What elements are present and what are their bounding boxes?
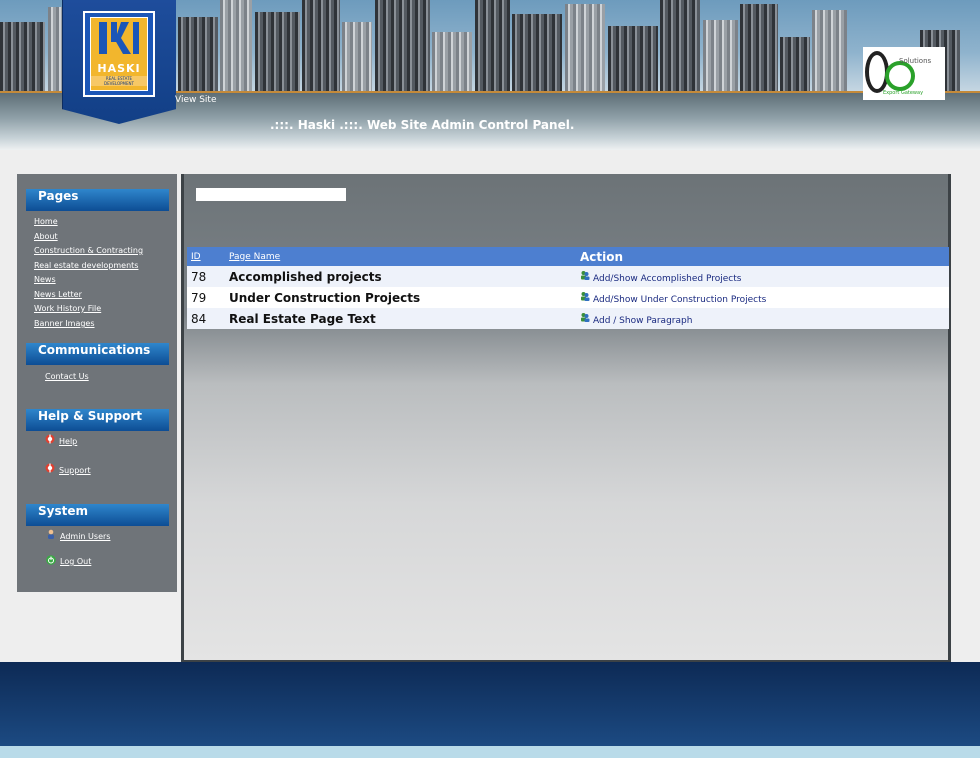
sidebar-item-about[interactable]: About [34, 232, 58, 241]
cell-page-name: Accomplished projects [225, 266, 576, 287]
skyline-building [812, 10, 847, 92]
skyline-building [780, 37, 810, 92]
edit-users-icon [581, 270, 590, 280]
sidebar-section-system: System [26, 504, 169, 526]
sidebar-item-help[interactable]: Help [59, 437, 77, 446]
skyline-building [660, 0, 700, 92]
sidebar-item-home[interactable]: Home [34, 217, 58, 226]
partner-logo[interactable]: Solutions Export Gateway [863, 47, 945, 100]
logo-text: HASKI [97, 62, 141, 75]
sidebar-item-newsletter[interactable]: News Letter [34, 290, 82, 299]
skyline-building [375, 0, 430, 92]
skyline-building [178, 17, 218, 92]
sidebar-section-help-support: Help & Support [26, 409, 169, 431]
logo-mark-icon [99, 22, 139, 54]
skyline-building [302, 0, 340, 92]
logo-o-icon [885, 61, 915, 91]
skyline-building [255, 12, 300, 92]
view-site-link[interactable]: View Site [175, 95, 217, 105]
sidebar-item-real-estate[interactable]: Real estate developments [34, 261, 138, 270]
table-row: 84 Real Estate Page Text Add / Show Para… [187, 308, 949, 329]
logo-tagline: REAL ESTATE DEVELOPMENT [91, 76, 147, 86]
haski-logo: HASKI REAL ESTATE DEVELOPMENT [83, 11, 155, 97]
sidebar-item-admin-users[interactable]: Admin Users [60, 532, 110, 541]
pages-table: ID Page Name Action 78 Accomplished proj… [187, 247, 949, 329]
skyline-building [703, 20, 738, 92]
skyline-building [565, 4, 605, 92]
cell-page-name: Under Construction Projects [225, 287, 576, 308]
sidebar-item-banner-images[interactable]: Banner Images [34, 319, 95, 328]
skyline-building [512, 14, 562, 92]
skyline-building [220, 0, 252, 92]
skyline-building [740, 4, 778, 92]
action-link-paragraph[interactable]: Add / Show Paragraph [593, 316, 692, 326]
sidebar-item-construction[interactable]: Construction & Contracting [34, 246, 143, 255]
sidebar-item-news[interactable]: News [34, 275, 56, 284]
sidebar: Pages Home About Construction & Contract… [17, 174, 177, 592]
cell-action: Add/Show Under Construction Projects [576, 287, 949, 308]
cell-id: 78 [187, 266, 225, 287]
cell-page-name: Real Estate Page Text [225, 308, 576, 329]
sidebar-item-support[interactable]: Support [59, 466, 91, 475]
site-header: HASKI REAL ESTATE DEVELOPMENT View Site … [0, 0, 980, 150]
cell-action: Add / Show Paragraph [576, 308, 949, 329]
skyline-building [0, 22, 45, 92]
page-title: .:::. Haski .:::. Web Site Admin Control… [270, 118, 575, 132]
content-panel: ID Page Name Action 78 Accomplished proj… [181, 174, 951, 662]
power-icon [46, 555, 56, 565]
user-icon [48, 529, 54, 539]
lifebuoy-icon [45, 463, 55, 473]
partner-logo-text: Solutions [899, 57, 932, 65]
sidebar-section-communications: Communications [26, 343, 169, 365]
skyline-building [342, 22, 372, 92]
skyline-building [475, 0, 510, 92]
table-row: 78 Accomplished projects Add/Show Accomp… [187, 266, 949, 287]
search-input[interactable] [196, 188, 346, 201]
skyline-building [432, 32, 472, 92]
lifebuoy-icon [45, 434, 55, 444]
sidebar-item-contact-us[interactable]: Contact Us [45, 372, 89, 381]
sidebar-section-pages: Pages [26, 189, 169, 211]
action-link-under-construction[interactable]: Add/Show Under Construction Projects [593, 295, 766, 305]
column-header-action: Action [576, 247, 949, 266]
sidebar-item-work-history[interactable]: Work History File [34, 304, 101, 313]
edit-users-icon [581, 291, 590, 301]
cell-id: 84 [187, 308, 225, 329]
table-row: 79 Under Construction Projects Add/Show … [187, 287, 949, 308]
edit-users-icon [581, 312, 590, 322]
cell-id: 79 [187, 287, 225, 308]
cell-action: Add/Show Accomplished Projects [576, 266, 949, 287]
column-header-page-name[interactable]: Page Name [225, 247, 576, 266]
sidebar-item-log-out[interactable]: Log Out [60, 557, 91, 566]
action-link-accomplished[interactable]: Add/Show Accomplished Projects [593, 274, 741, 284]
column-header-id[interactable]: ID [187, 247, 225, 266]
skyline-building [608, 26, 658, 92]
table-header-row: ID Page Name Action [187, 247, 949, 266]
footer-strip [0, 746, 980, 758]
site-footer [0, 662, 980, 746]
partner-logo-sub: Export Gateway [883, 90, 924, 96]
